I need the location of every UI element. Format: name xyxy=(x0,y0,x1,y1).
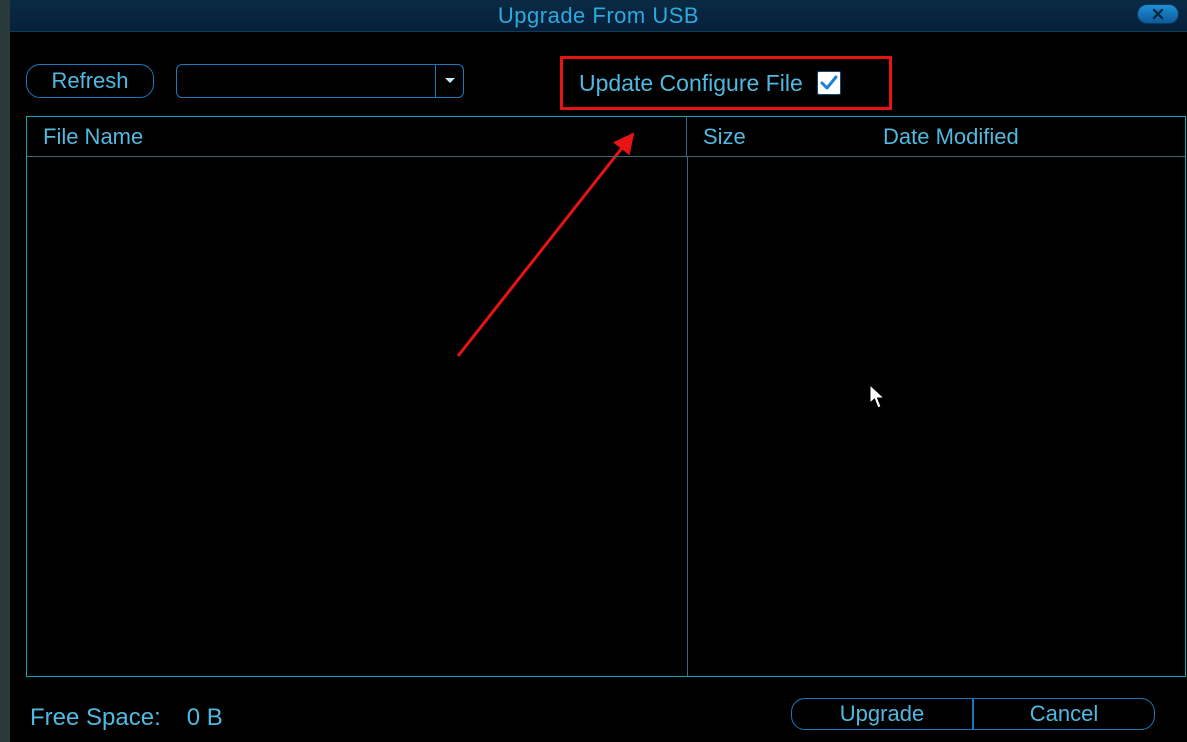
file-dropdown-value xyxy=(177,65,435,97)
upgrade-button[interactable]: Upgrade xyxy=(791,698,973,730)
footer-buttons: Upgrade Cancel xyxy=(791,698,1155,730)
cancel-button[interactable]: Cancel xyxy=(973,698,1155,730)
close-button[interactable] xyxy=(1137,4,1179,24)
update-configure-checkbox[interactable] xyxy=(817,71,841,95)
free-space-value: 0 B xyxy=(187,704,223,732)
cursor-icon xyxy=(869,384,887,415)
update-configure-label: Update Configure File xyxy=(579,70,803,97)
file-list-panel: File Name Size Date Modified xyxy=(26,116,1186,677)
dialog-body: Refresh Update Configure File File Name … xyxy=(20,34,1187,742)
footer: Free Space: 0 B Upgrade Cancel xyxy=(26,698,1181,738)
free-space-label: Free Space: xyxy=(30,704,161,732)
close-icon xyxy=(1151,7,1165,21)
file-dropdown[interactable] xyxy=(176,64,464,98)
refresh-button[interactable]: Refresh xyxy=(26,64,154,98)
window-title: Upgrade From USB xyxy=(498,3,699,29)
annotation-highlight: Update Configure File xyxy=(560,56,892,110)
check-icon xyxy=(819,73,839,93)
column-header-date[interactable]: Date Modified xyxy=(867,117,1185,156)
column-divider xyxy=(687,157,688,676)
file-list-body xyxy=(27,157,1185,676)
chevron-down-icon xyxy=(435,65,463,97)
column-header-size[interactable]: Size xyxy=(687,117,867,156)
title-bar: Upgrade From USB xyxy=(10,0,1187,32)
file-list-header: File Name Size Date Modified xyxy=(27,117,1185,157)
column-header-filename[interactable]: File Name xyxy=(27,117,687,156)
